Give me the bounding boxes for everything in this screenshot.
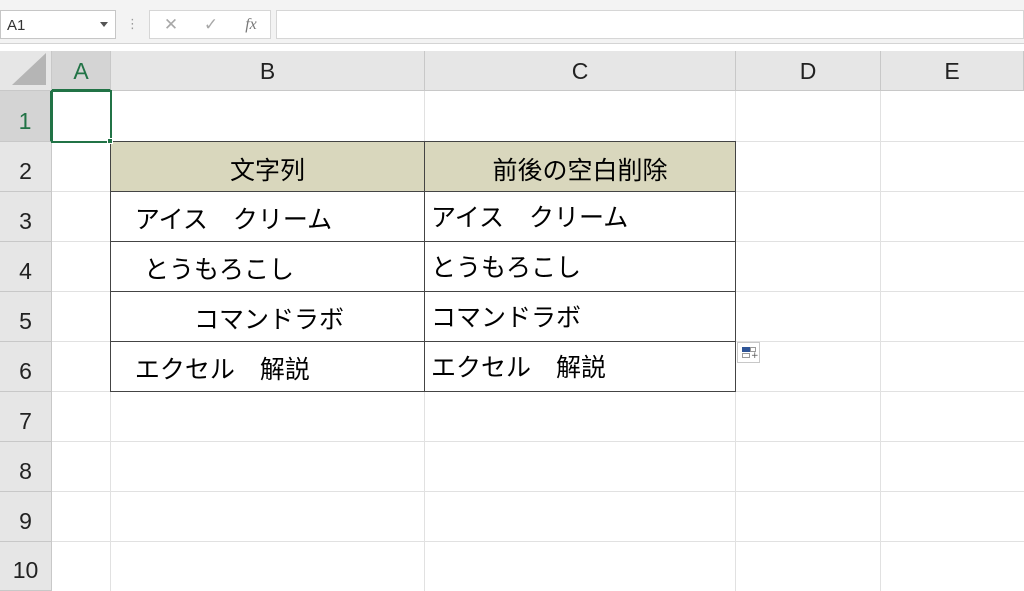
select-all-icon: [12, 53, 46, 85]
column-header-a[interactable]: A: [52, 51, 111, 91]
quick-analysis-icon-part: [742, 353, 750, 358]
cell-b2-header[interactable]: 文字列: [110, 141, 425, 192]
row-header-9[interactable]: 9: [0, 492, 52, 542]
formula-bar-separator-icon[interactable]: ⋮: [126, 15, 139, 35]
cell-c6[interactable]: エクセル 解説: [424, 341, 736, 392]
cell-b6[interactable]: エクセル 解説: [110, 341, 425, 392]
quick-analysis-icon: [742, 347, 750, 352]
cell-b4[interactable]: とうもろこし: [110, 241, 425, 292]
formula-input[interactable]: [276, 10, 1024, 39]
gridline: [52, 541, 1024, 542]
column-header-e[interactable]: E: [881, 51, 1024, 91]
cell-c3[interactable]: アイス クリーム: [424, 191, 736, 242]
select-all-button[interactable]: [0, 51, 52, 91]
cell-b5[interactable]: コマンドラボ: [110, 291, 425, 342]
plus-icon: +: [751, 351, 759, 361]
enter-icon[interactable]: ✓: [196, 13, 226, 37]
chevron-down-icon[interactable]: [100, 22, 108, 27]
cell-c5[interactable]: コマンドラボ: [424, 291, 736, 342]
row-header-6[interactable]: 6: [0, 342, 52, 392]
row-header-10[interactable]: 10: [0, 542, 52, 591]
fx-icon[interactable]: fx: [236, 13, 266, 37]
gridline: [52, 441, 1024, 442]
cell-c4[interactable]: とうもろこし: [424, 241, 736, 292]
cancel-icon[interactable]: ✕: [156, 13, 186, 37]
row-header-1[interactable]: 1: [0, 91, 52, 142]
gridline: [52, 491, 1024, 492]
formula-bar-buttons: ✕ ✓ fx: [149, 10, 271, 39]
column-header-b[interactable]: B: [111, 51, 425, 91]
row-header-2[interactable]: 2: [0, 142, 52, 192]
worksheet-grid: A B C D E 1 2 3 4 5 6 7 8 9 10 文字列 前後の空白…: [0, 51, 1024, 591]
cell-c2-header[interactable]: 前後の空白削除: [424, 141, 736, 192]
column-header-c[interactable]: C: [425, 51, 736, 91]
column-header-d[interactable]: D: [736, 51, 881, 91]
row-header-5[interactable]: 5: [0, 292, 52, 342]
quick-analysis-button[interactable]: +: [737, 342, 760, 363]
row-header-4[interactable]: 4: [0, 242, 52, 292]
row-header-7[interactable]: 7: [0, 392, 52, 442]
name-box-value: A1: [7, 17, 26, 34]
active-cell-a1[interactable]: [51, 90, 112, 143]
row-header-8[interactable]: 8: [0, 442, 52, 492]
formula-bar: A1 ⋮ ✕ ✓ fx: [0, 0, 1024, 44]
fill-handle[interactable]: [107, 138, 113, 144]
row-header-3[interactable]: 3: [0, 192, 52, 242]
cell-b3[interactable]: アイス クリーム: [110, 191, 425, 242]
name-box[interactable]: A1: [0, 10, 116, 39]
